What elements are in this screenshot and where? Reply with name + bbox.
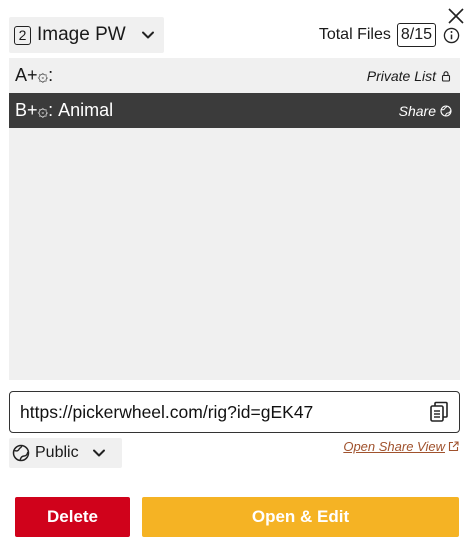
open-share-view-link[interactable]: Open Share View <box>343 439 459 454</box>
list-item-name: B+۞: Animal <box>15 100 114 120</box>
copy-icon[interactable] <box>429 401 449 423</box>
list-item-status: Private List <box>367 68 452 84</box>
delete-button[interactable]: Delete <box>15 497 130 537</box>
list-item[interactable]: B+۞: Animal Share <box>9 93 460 128</box>
external-link-icon <box>448 441 459 452</box>
wheel-type-dropdown[interactable]: 2 Image PW <box>9 17 164 53</box>
globe-icon <box>440 104 452 117</box>
total-files-count: 8/15 <box>396 23 436 47</box>
list-item-status-label: Private List <box>366 67 436 84</box>
share-url-text[interactable]: https://pickerwheel.com/rig?id=gEK47 <box>20 402 313 423</box>
info-icon[interactable] <box>443 27 460 44</box>
chevron-down-icon <box>92 449 105 457</box>
total-files-label: Total Files <box>318 26 391 43</box>
open-share-view-label: Open Share View <box>343 439 445 454</box>
chevron-down-icon <box>141 31 154 39</box>
open-edit-button[interactable]: Open & Edit <box>142 497 459 537</box>
list-item-status-label: Share <box>398 102 436 119</box>
file-list: A+۞: Private List B+۞: Animal Share <box>9 58 460 380</box>
list-item[interactable]: A+۞: Private List <box>9 58 460 93</box>
visibility-dropdown[interactable]: Public <box>9 438 122 468</box>
wheel-type-number: 2 <box>14 25 31 45</box>
visibility-label: Public <box>35 444 79 461</box>
total-files: Total Files 8/15 <box>319 23 460 47</box>
list-item-status: Share <box>399 103 452 119</box>
globe-icon <box>12 444 30 462</box>
wheel-type-label: Image PW <box>37 24 126 45</box>
list-item-name: A+۞: <box>15 65 54 85</box>
share-url-field[interactable]: https://pickerwheel.com/rig?id=gEK47 <box>9 391 460 433</box>
action-buttons: Delete Open & Edit <box>15 497 459 537</box>
lock-icon <box>441 70 451 82</box>
header: 2 Image PW Total Files 8/15 <box>9 17 460 53</box>
